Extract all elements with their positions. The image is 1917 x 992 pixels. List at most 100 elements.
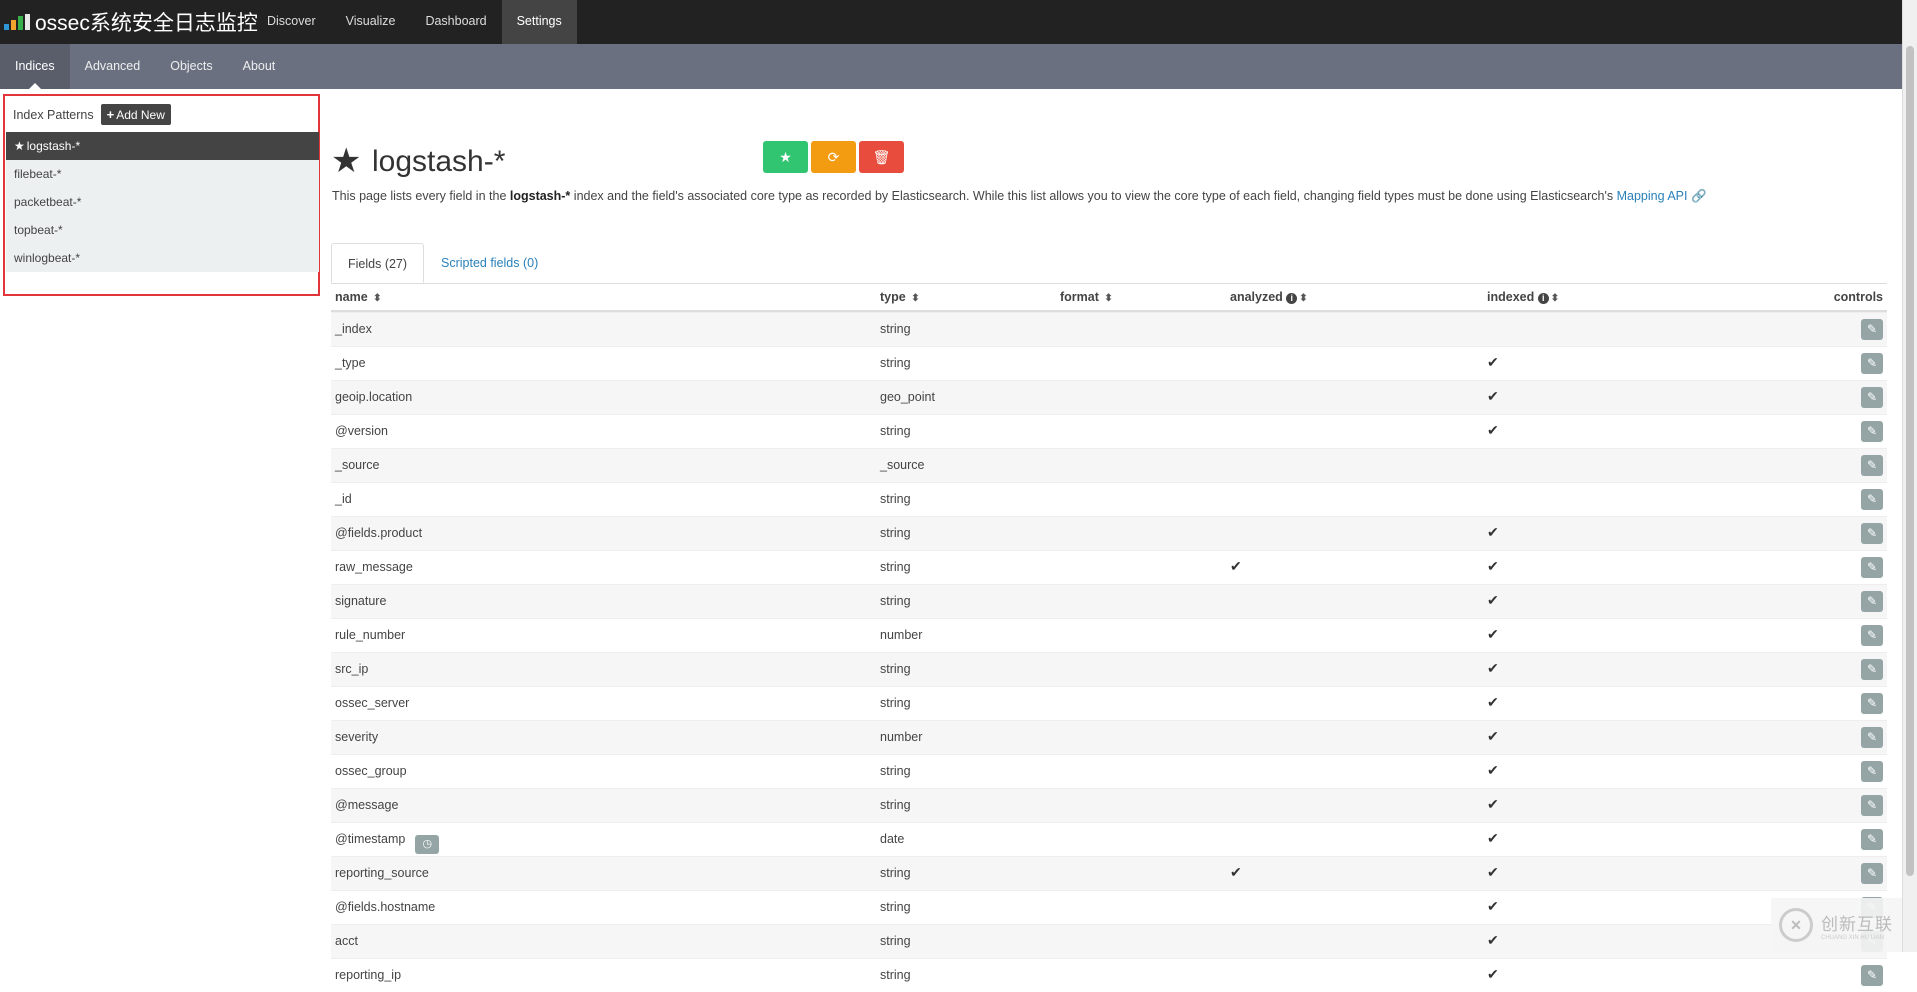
col-format-label: format bbox=[1060, 290, 1099, 304]
field-name: raw_message bbox=[335, 560, 413, 574]
field-type: _source bbox=[880, 458, 925, 472]
index-pattern-item[interactable]: packetbeat-* bbox=[6, 188, 319, 216]
edit-field-button[interactable]: ✎ bbox=[1861, 727, 1883, 748]
top-nav-discover[interactable]: Discover bbox=[252, 0, 331, 44]
field-name-text: @timestamp bbox=[335, 832, 406, 846]
plus-icon: + bbox=[106, 107, 115, 122]
edit-field-button[interactable]: ✎ bbox=[1861, 319, 1883, 340]
indexed-check-icon: ✔ bbox=[1487, 932, 1499, 948]
field-name: ossec_server bbox=[335, 696, 409, 710]
field-name-text: _id bbox=[335, 492, 352, 506]
field-type: string bbox=[880, 356, 911, 370]
edit-field-button[interactable]: ✎ bbox=[1861, 693, 1883, 714]
pencil-icon: ✎ bbox=[1866, 560, 1878, 574]
index-pattern-item[interactable]: ★ logstash-* bbox=[6, 132, 319, 160]
analyzed-check-icon: ✔ bbox=[1230, 558, 1242, 574]
index-pattern-item[interactable]: winlogbeat-* bbox=[6, 244, 319, 272]
edit-field-button[interactable]: ✎ bbox=[1861, 387, 1883, 408]
top-nav-settings[interactable]: Settings bbox=[501, 0, 577, 44]
watermark-cn: 创新互联 bbox=[1821, 914, 1893, 934]
field-type: string bbox=[880, 322, 911, 336]
add-new-button[interactable]: + Add New bbox=[100, 104, 171, 125]
edit-field-button[interactable]: ✎ bbox=[1861, 625, 1883, 646]
edit-field-button[interactable]: ✎ bbox=[1861, 965, 1883, 986]
pencil-icon: ✎ bbox=[1866, 662, 1878, 676]
field-name-text: ossec_server bbox=[335, 696, 410, 710]
edit-field-button[interactable]: ✎ bbox=[1861, 557, 1883, 578]
index-pattern-list: ★ logstash-* filebeat-* packetbeat-* topbeat… bbox=[6, 132, 319, 272]
scrollbar-thumb[interactable] bbox=[1906, 46, 1914, 876]
vertical-scrollbar[interactable] bbox=[1902, 0, 1917, 952]
col-indexed[interactable]: indexed i ⬍ bbox=[1487, 290, 1559, 304]
table-row: ossec_group string ✔ ✎ bbox=[331, 754, 1887, 788]
edit-field-button[interactable]: ✎ bbox=[1861, 795, 1883, 816]
watermark-en: CHUANG XIN HU LIAN bbox=[1821, 934, 1885, 941]
col-format[interactable]: format ⬍ bbox=[1060, 290, 1113, 304]
field-name: @version bbox=[335, 424, 388, 438]
field-type: string bbox=[880, 662, 911, 676]
field-name-text: geoip.location bbox=[335, 390, 413, 404]
sort-icon: ⬍ bbox=[911, 293, 920, 304]
table-row: @message string ✔ ✎ bbox=[331, 788, 1887, 822]
field-name: @fields.hostname bbox=[335, 900, 435, 914]
top-nav-visualize[interactable]: Visualize bbox=[331, 0, 411, 44]
edit-field-button[interactable]: ✎ bbox=[1861, 591, 1883, 612]
table-header: name ⬍ type ⬍ format ⬍ analyzed i ⬍ index… bbox=[331, 284, 1887, 312]
desc-prefix: This page lists every field in the bbox=[332, 189, 510, 203]
mapping-api-link[interactable]: Mapping API 🔗 bbox=[1617, 189, 1707, 203]
tab-advanced[interactable]: Advanced bbox=[70, 44, 156, 89]
indexed-check-icon: ✔ bbox=[1487, 660, 1499, 676]
indexed-check-icon: ✔ bbox=[1487, 388, 1499, 404]
index-pattern-item[interactable]: topbeat-* bbox=[6, 216, 319, 244]
indexed-check-icon: ✔ bbox=[1487, 524, 1499, 540]
edit-field-button[interactable]: ✎ bbox=[1861, 489, 1883, 510]
brand-title: ossec系统安全日志监控 bbox=[35, 12, 258, 35]
info-icon[interactable]: i bbox=[1286, 293, 1298, 304]
pencil-icon: ✎ bbox=[1866, 390, 1878, 404]
tab-scripted-fields[interactable]: Scripted fields (0) bbox=[425, 243, 554, 283]
pencil-icon: ✎ bbox=[1866, 968, 1878, 982]
edit-field-button[interactable]: ✎ bbox=[1861, 659, 1883, 680]
index-pattern-label: filebeat-* bbox=[14, 167, 62, 181]
field-name: geoip.location bbox=[335, 390, 412, 404]
info-icon[interactable]: i bbox=[1537, 293, 1549, 304]
col-type[interactable]: type ⬍ bbox=[880, 290, 920, 304]
indexed-check-icon: ✔ bbox=[1487, 864, 1499, 880]
edit-field-button[interactable]: ✎ bbox=[1861, 353, 1883, 374]
tab-indices[interactable]: Indices bbox=[0, 44, 70, 89]
tab-objects[interactable]: Objects bbox=[155, 44, 227, 89]
sort-icon: ⬍ bbox=[1550, 293, 1560, 304]
trash-icon: 🗑 bbox=[872, 148, 891, 165]
edit-field-button[interactable]: ✎ bbox=[1861, 829, 1883, 850]
field-type: string bbox=[880, 492, 911, 506]
field-name-text: @version bbox=[335, 424, 388, 438]
edit-field-button[interactable]: ✎ bbox=[1861, 761, 1883, 782]
index-patterns-panel: Index Patterns + Add New ★ logstash-* fileb… bbox=[3, 94, 320, 296]
top-nav: Discover Visualize Dashboard Settings bbox=[252, 0, 577, 44]
field-type: string bbox=[880, 560, 911, 574]
table-row: geoip.location geo_point ✔ ✎ bbox=[331, 380, 1887, 414]
field-name: @fields.product bbox=[335, 526, 422, 540]
refresh-fields-button[interactable]: ⟳ bbox=[811, 141, 856, 173]
top-nav-dashboard[interactable]: Dashboard bbox=[410, 0, 501, 44]
table-row: rule_number number ✔ ✎ bbox=[331, 618, 1887, 652]
field-name-text: src_ip bbox=[335, 662, 369, 676]
col-analyzed[interactable]: analyzed i ⬍ bbox=[1230, 290, 1308, 304]
field-type: date bbox=[880, 832, 905, 846]
brand[interactable]: ossec系统安全日志监控 bbox=[0, 0, 258, 44]
index-pattern-item[interactable]: filebeat-* bbox=[6, 160, 319, 188]
tab-fields[interactable]: Fields (27) bbox=[331, 243, 425, 283]
field-name-text: @fields.product bbox=[335, 526, 423, 540]
tab-about[interactable]: About bbox=[228, 44, 291, 89]
sort-icon: ⬍ bbox=[373, 293, 382, 304]
field-name-text: _source bbox=[335, 458, 380, 472]
table-row: @fields.hostnamestring✔✎ bbox=[331, 890, 1887, 924]
delete-index-button[interactable]: 🗑 bbox=[859, 141, 904, 173]
edit-field-button[interactable]: ✎ bbox=[1861, 863, 1883, 884]
sort-icon: ⬍ bbox=[1299, 293, 1308, 304]
set-default-button[interactable]: ★ bbox=[763, 141, 808, 173]
col-name[interactable]: name ⬍ bbox=[335, 290, 382, 304]
edit-field-button[interactable]: ✎ bbox=[1861, 455, 1883, 476]
edit-field-button[interactable]: ✎ bbox=[1861, 421, 1883, 442]
edit-field-button[interactable]: ✎ bbox=[1861, 523, 1883, 544]
